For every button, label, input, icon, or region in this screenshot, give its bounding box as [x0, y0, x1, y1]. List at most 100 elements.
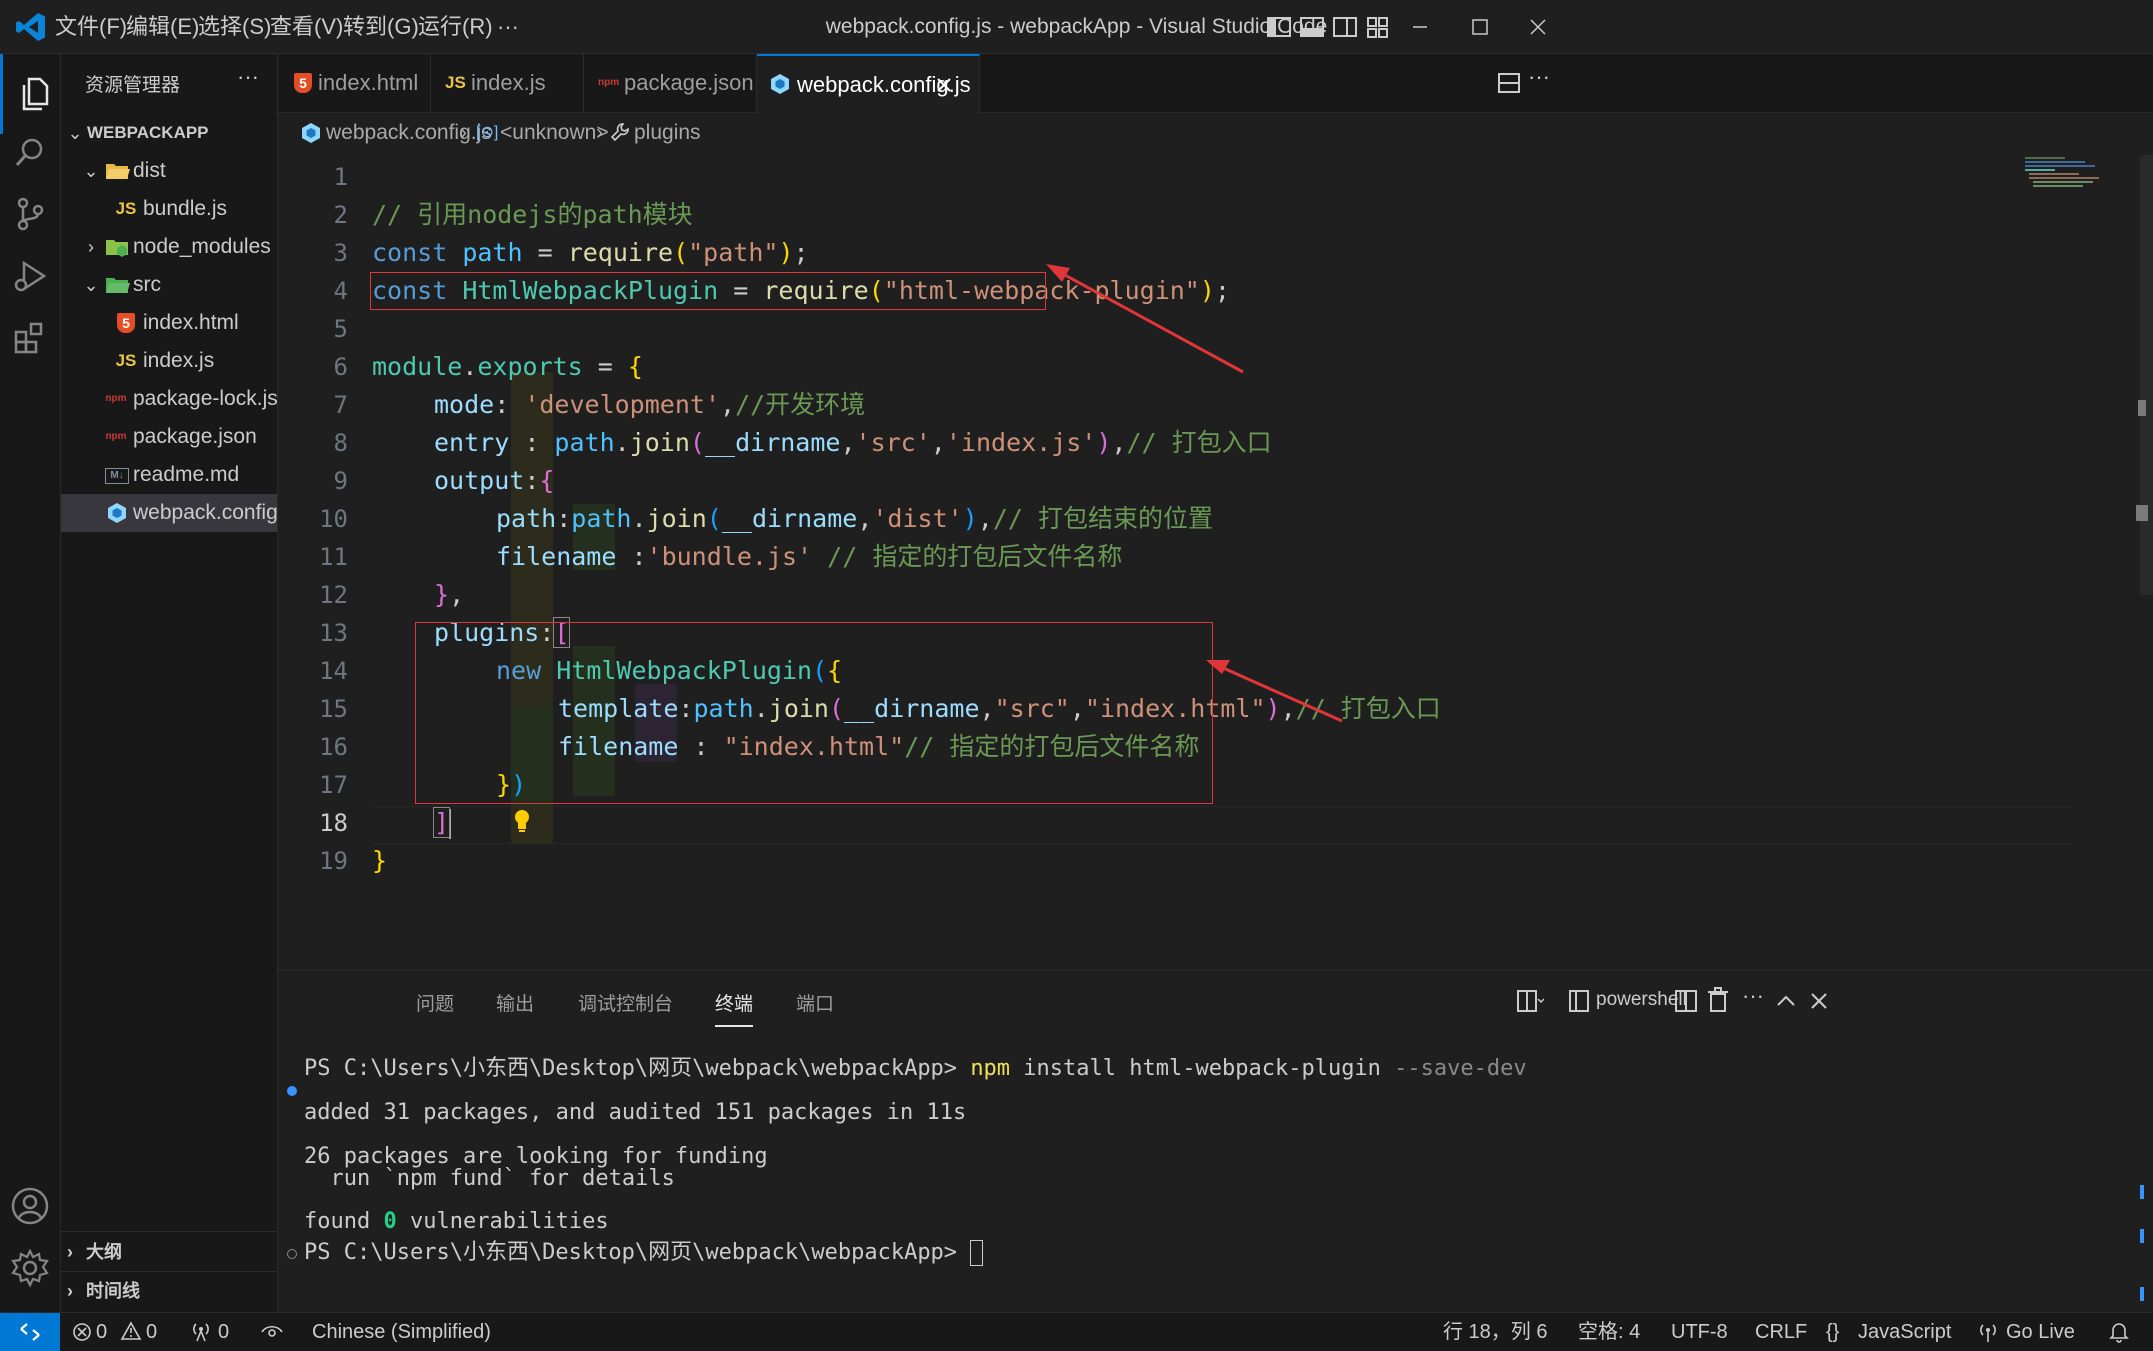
- tree-file-readme-md[interactable]: M↓ readme.md: [61, 456, 277, 494]
- panel-tab-problems[interactable]: 问题: [416, 989, 454, 1025]
- command-decoration-icon[interactable]: [287, 1249, 297, 1259]
- minimize-icon[interactable]: [1390, 0, 1450, 53]
- line-number: 14: [319, 657, 348, 685]
- tree-file-bundle-js[interactable]: JS bundle.js: [61, 190, 277, 228]
- tree-file-package-json[interactable]: npm package.json: [61, 418, 277, 456]
- toggle-secondary-sidebar-icon[interactable]: [1330, 12, 1360, 42]
- line-number: 5: [333, 315, 348, 343]
- status-bar: 0 0 0 Chinese (Simplified) 行 18，列 6 空格: …: [0, 1312, 2153, 1351]
- tree-file-index-js[interactable]: JS index.js: [61, 342, 277, 380]
- tab-index-html[interactable]: 5 index.html: [278, 54, 431, 112]
- tree-folder-src[interactable]: ⌄ src: [61, 266, 277, 304]
- notifications-bell-icon[interactable]: [2108, 1321, 2130, 1343]
- error-icon: [73, 1323, 91, 1341]
- activity-bar: [0, 54, 61, 1312]
- maximize-icon[interactable]: [1450, 0, 1510, 53]
- panel-tab-debug-console[interactable]: 调试控制台: [578, 989, 673, 1025]
- bottom-panel: 问题 输出 调试控制台 终端 端口 powershell ··· PS C:\U…: [278, 970, 2153, 1313]
- warning-count[interactable]: 0: [146, 1313, 157, 1351]
- go-live-status[interactable]: Go Live: [2006, 1313, 2075, 1351]
- scrollbar-marker: [2136, 505, 2148, 521]
- toggle-primary-sidebar-icon[interactable]: [1264, 12, 1294, 42]
- minimap[interactable]: [2025, 155, 2115, 195]
- js-icon: JS: [445, 73, 466, 92]
- tree-file-index-html[interactable]: 5 index.html: [61, 304, 277, 342]
- terminal-cursor: [970, 1240, 984, 1266]
- breadcrumb-symbol[interactable]: <unknown>: [500, 113, 609, 153]
- language-pack-status[interactable]: Chinese (Simplified): [312, 1313, 491, 1351]
- editor-more-actions[interactable]: ···: [1528, 64, 1550, 90]
- timeline-section[interactable]: › 时间线: [61, 1272, 277, 1310]
- split-terminal-icon[interactable]: [1674, 988, 1698, 1014]
- code-line-19: }: [372, 846, 388, 875]
- tree-file-package-lock-json[interactable]: npm package-lock.json: [61, 380, 301, 418]
- webpack-icon: [108, 503, 126, 523]
- outline-section[interactable]: › 大纲: [61, 1233, 277, 1271]
- line-number: 8: [333, 429, 348, 457]
- chevron-down-icon: ⌄: [83, 161, 99, 181]
- manage-gear-icon[interactable]: [0, 1228, 60, 1308]
- eol-status[interactable]: CRLF: [1755, 1313, 1807, 1351]
- menu-selection[interactable]: 选择(S): [198, 0, 271, 53]
- menu-file[interactable]: 文件(F): [55, 0, 127, 53]
- customize-layout-icon[interactable]: [1363, 12, 1393, 42]
- code-line-8: entry : path.join(__dirname,'src','index…: [434, 428, 1272, 457]
- breadcrumb-property[interactable]: plugins: [634, 113, 701, 153]
- variable-symbol-icon: [⊙]: [476, 124, 499, 141]
- panel-tab-ports[interactable]: 端口: [796, 989, 834, 1025]
- annotation-arrow-icon: [1203, 155, 1343, 220]
- error-count[interactable]: 0: [96, 1313, 107, 1351]
- maximize-panel-chevron-up-icon[interactable]: [1775, 991, 1797, 1011]
- annotation-arrow-icon: [1046, 264, 1244, 374]
- encoding-status[interactable]: UTF-8: [1671, 1313, 1728, 1351]
- indentation-status[interactable]: 空格: 4: [1578, 1313, 1640, 1351]
- menu-more[interactable]: ···: [497, 0, 519, 53]
- split-terminal-dropdown-icon[interactable]: [1516, 988, 1544, 1014]
- npm-icon: npm: [598, 77, 620, 88]
- eye-icon[interactable]: [260, 1323, 284, 1341]
- toggle-panel-icon[interactable]: [1297, 12, 1327, 42]
- menu-run[interactable]: 运行(R): [418, 0, 493, 53]
- lightbulb-icon[interactable]: [512, 807, 532, 835]
- terminal-instance-icon: [1569, 990, 1589, 1012]
- explorer-more-actions[interactable]: ···: [237, 64, 259, 90]
- line-number: 11: [319, 543, 348, 571]
- editor-scrollbar[interactable]: [2140, 155, 2153, 595]
- cursor-position[interactable]: 行 18，列 6: [1443, 1313, 1547, 1351]
- tree-folder-dist[interactable]: ⌄ dist: [61, 152, 277, 190]
- panel-more-actions[interactable]: ···: [1742, 983, 1764, 1009]
- tab-package-json[interactable]: npm package.json: [584, 54, 757, 112]
- menu-view[interactable]: 查看(V): [270, 0, 343, 53]
- command-decoration-icon[interactable]: [287, 1086, 297, 1096]
- workspace-root[interactable]: ⌄ WEBPACKAPP: [61, 114, 277, 152]
- tree-file-webpack-config-js[interactable]: webpack.config.js: [61, 494, 299, 532]
- chevron-right-icon: ›: [88, 237, 94, 257]
- language-mode-status[interactable]: JavaScript: [1858, 1313, 1951, 1351]
- menu-edit[interactable]: 编辑(E): [126, 0, 199, 53]
- ports-broadcast-icon: [193, 1323, 209, 1342]
- js-icon: JS: [115, 199, 137, 218]
- tree-folder-node-modules[interactable]: › node_modules: [61, 228, 277, 266]
- extensions-icon[interactable]: [0, 298, 60, 378]
- terminal-scrollbar[interactable]: [2136, 1011, 2150, 1311]
- kill-terminal-trash-icon[interactable]: [1706, 987, 1730, 1013]
- panel-tab-terminal[interactable]: 终端: [715, 989, 754, 1027]
- webpack-icon: [771, 74, 789, 94]
- tab-index-js[interactable]: JS index.js: [431, 54, 584, 112]
- close-panel-icon[interactable]: [1808, 990, 1830, 1012]
- menu-go[interactable]: 转到(G): [343, 0, 419, 53]
- panel-tab-output[interactable]: 输出: [496, 989, 534, 1025]
- tab-webpack-config-js[interactable]: webpack.config.js: [757, 54, 980, 113]
- folder-node-icon: [106, 240, 128, 257]
- code-editor[interactable]: 1 2 3 4 5 6 7 8 9 10 11 12 13 14 15 16 17 18 19 // 引用nodej…: [278, 155, 2153, 970]
- scrollbar-marker: [2138, 400, 2146, 416]
- split-editor-icon[interactable]: [1496, 70, 1522, 96]
- ports-count[interactable]: 0: [218, 1313, 229, 1351]
- braces-icon: {}: [1826, 1321, 1840, 1343]
- terminal-line-command: PS C:\Users\小东西\Desktop\网页\webpack\webpa…: [304, 1056, 1527, 1081]
- remote-indicator-icon[interactable]: [0, 1313, 60, 1351]
- code-line-7: mode: 'development',//开发环境: [434, 390, 866, 419]
- text-cursor: [449, 809, 452, 839]
- close-window-icon[interactable]: [1508, 0, 1568, 53]
- close-tab-icon[interactable]: [935, 76, 953, 94]
